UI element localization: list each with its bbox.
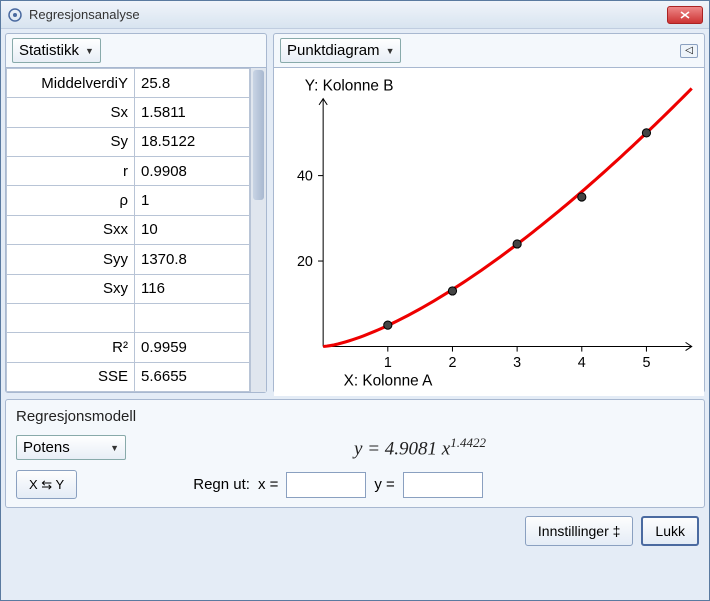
- model-section-title: Regresjonsmodell: [16, 408, 694, 425]
- stats-row: Syy1370.8: [7, 245, 250, 274]
- stats-row-value: 25.8: [135, 69, 250, 98]
- stats-row-value: 5.6655: [135, 362, 250, 391]
- stats-row-label: R²: [7, 333, 135, 362]
- settings-button[interactable]: Innstillinger ‡: [525, 516, 634, 546]
- stats-row-value: 1: [135, 186, 250, 215]
- calc-label: Regn ut:: [193, 476, 250, 493]
- window-close-button[interactable]: [667, 6, 703, 24]
- titlebar: Regresjonsanalyse: [1, 1, 709, 29]
- stats-row: ρ1: [7, 186, 250, 215]
- svg-text:1: 1: [384, 355, 392, 371]
- chart-type-dropdown[interactable]: Punktdiagram ▼: [280, 38, 401, 63]
- stats-row: Sx1.5811: [7, 98, 250, 127]
- x-equals-label: x =: [258, 476, 278, 493]
- stats-row-value: 116: [135, 274, 250, 303]
- window-title: Regresjonsanalyse: [29, 7, 667, 22]
- y-input[interactable]: [403, 472, 483, 498]
- collapse-panel-button[interactable]: ◁: [680, 44, 698, 58]
- scrollbar-thumb[interactable]: [253, 70, 264, 200]
- close-icon: [680, 11, 690, 19]
- stats-row: MiddelverdiY25.8: [7, 69, 250, 98]
- stats-row-value: [135, 303, 250, 332]
- stats-row-value: 1370.8: [135, 245, 250, 274]
- model-row1: Potens ▼ y = 4.9081 x1.4422: [16, 435, 694, 460]
- stats-row-label: ρ: [7, 186, 135, 215]
- stats-row-label: Sx: [7, 98, 135, 127]
- regression-window: Regresjonsanalyse Statistikk ▼ Middelver…: [0, 0, 710, 601]
- svg-text:5: 5: [642, 355, 650, 371]
- app-icon: [7, 7, 23, 23]
- stats-panel: Statistikk ▼ MiddelverdiY25.8Sx1.5811Sy1…: [5, 33, 267, 393]
- stats-row: Sxy116: [7, 274, 250, 303]
- equation-exponent: 1.4422: [450, 435, 486, 450]
- stats-row-label: r: [7, 157, 135, 186]
- stats-row-label: Sy: [7, 127, 135, 156]
- stats-row-value: 10: [135, 215, 250, 244]
- model-type-label: Potens: [23, 439, 70, 456]
- stats-table: MiddelverdiY25.8Sx1.5811Sy18.5122r0.9908…: [6, 68, 250, 392]
- window-body: Statistikk ▼ MiddelverdiY25.8Sx1.5811Sy1…: [1, 29, 709, 600]
- chevron-down-icon: ▼: [386, 46, 395, 56]
- stats-row: [7, 303, 250, 332]
- y-equals-label: y =: [374, 476, 394, 493]
- model-row2: X ⇆ Y Regn ut: x = y =: [16, 470, 694, 499]
- stats-row: Sy18.5122: [7, 127, 250, 156]
- svg-text:20: 20: [297, 254, 313, 270]
- stats-row-label: Sxy: [7, 274, 135, 303]
- stats-scrollbar[interactable]: [250, 68, 266, 392]
- model-equation: y = 4.9081 x1.4422: [146, 435, 694, 460]
- scatter-chart: 1 2 3 4 5 20 40 Y: Kolonne B X: Kolonne A: [274, 68, 704, 396]
- stats-row-label: [7, 303, 135, 332]
- chart-header: Punktdiagram ▼ ◁: [274, 34, 704, 67]
- model-panel: Regresjonsmodell Potens ▼ y = 4.9081 x1.…: [5, 399, 705, 508]
- chevron-down-icon: ▼: [110, 443, 119, 453]
- stats-row-label: Syy: [7, 245, 135, 274]
- stats-row-value: 18.5122: [135, 127, 250, 156]
- stats-row-label: Sxx: [7, 215, 135, 244]
- stats-row-label: SSE: [7, 362, 135, 391]
- stats-row: Sxx10: [7, 215, 250, 244]
- chart-panel: Punktdiagram ▼ ◁ 1 2 3 4 5 20 40 Y: Kolonne B X:…: [273, 33, 705, 393]
- chart-area: 1 2 3 4 5 20 40 Y: Kolonne B X: Kolonne A: [274, 67, 704, 396]
- stats-row-value: 1.5811: [135, 98, 250, 127]
- svg-text:X: Kolonne A: X: Kolonne A: [344, 372, 433, 389]
- stats-row: SSE5.6655: [7, 362, 250, 391]
- stats-row-label: MiddelverdiY: [7, 69, 135, 98]
- chevron-down-icon: ▼: [85, 46, 94, 56]
- top-row: Statistikk ▼ MiddelverdiY25.8Sx1.5811Sy1…: [5, 33, 705, 393]
- stats-header: Statistikk ▼: [6, 34, 266, 67]
- close-button[interactable]: Lukk: [641, 516, 699, 546]
- stats-table-wrap: MiddelverdiY25.8Sx1.5811Sy18.5122r0.9908…: [6, 67, 266, 392]
- triangle-left-icon: ◁: [685, 45, 693, 56]
- stats-row-value: 0.9908: [135, 157, 250, 186]
- close-label: Lukk: [655, 523, 685, 539]
- stats-dropdown-label: Statistikk: [19, 42, 79, 59]
- footer: Innstillinger ‡ Lukk: [5, 508, 705, 552]
- model-type-dropdown[interactable]: Potens ▼: [16, 435, 126, 460]
- swap-icon: X ⇆ Y: [29, 477, 64, 492]
- stats-dropdown[interactable]: Statistikk ▼: [12, 38, 101, 63]
- chart-type-label: Punktdiagram: [287, 42, 380, 59]
- svg-text:3: 3: [513, 355, 521, 371]
- stats-row: R²0.9959: [7, 333, 250, 362]
- swap-xy-button[interactable]: X ⇆ Y: [16, 470, 77, 499]
- svg-text:4: 4: [578, 355, 586, 371]
- svg-text:Y: Kolonne B: Y: Kolonne B: [305, 78, 394, 95]
- settings-label: Innstillinger ‡: [538, 523, 621, 539]
- svg-text:2: 2: [448, 355, 456, 371]
- stats-row: r0.9908: [7, 157, 250, 186]
- svg-text:40: 40: [297, 169, 313, 185]
- stats-row-value: 0.9959: [135, 333, 250, 362]
- x-input[interactable]: [286, 472, 366, 498]
- equation-base: y = 4.9081 x: [354, 438, 450, 459]
